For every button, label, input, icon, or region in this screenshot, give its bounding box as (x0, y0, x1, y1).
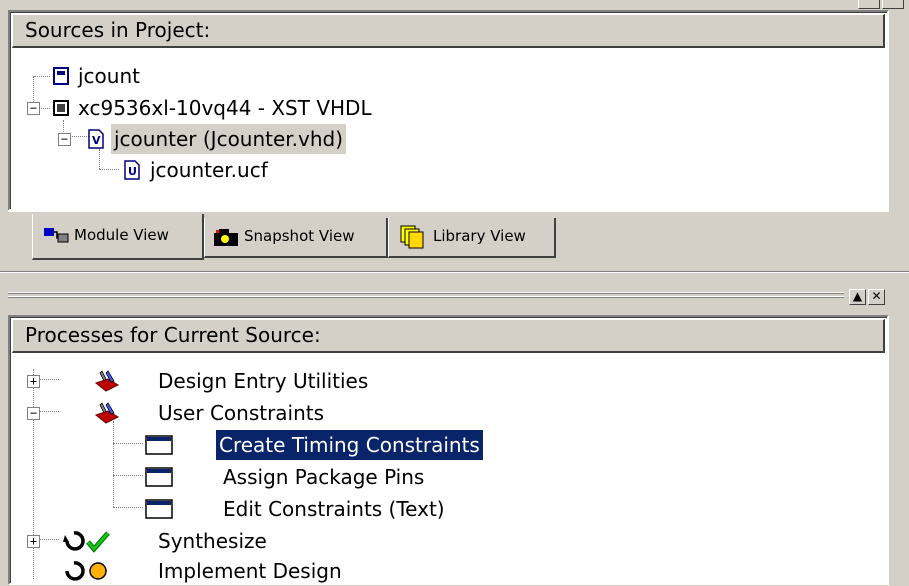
process-ok-icon (63, 531, 110, 553)
process-item-label: Assign Package Pins (223, 465, 425, 489)
toolbox-icon (94, 402, 120, 424)
process-item-label: Edit Constraints (Text) (223, 497, 445, 521)
tree-item-label: jcounter.ucf (150, 158, 268, 182)
ucf-file-icon: U (124, 160, 140, 180)
process-item[interactable]: Edit Constraints (Text) (10, 494, 880, 524)
process-warning-icon (65, 561, 107, 581)
expand-icon[interactable]: + (27, 375, 40, 388)
close-button[interactable]: ✕ (868, 289, 885, 305)
library-icon (400, 225, 424, 249)
process-item[interactable]: − User Constraints (10, 398, 880, 428)
tab-label: Module View (74, 226, 169, 244)
expand-icon[interactable]: + (27, 535, 40, 548)
process-item[interactable]: Assign Package Pins (10, 462, 880, 492)
collapse-icon[interactable]: − (27, 102, 40, 115)
chip-icon (53, 100, 69, 116)
tab-strip-edge (8, 210, 889, 212)
tree-item-label: jcount (78, 64, 140, 88)
tab-snapshot-view[interactable]: Snapshot View (204, 218, 388, 258)
top-control-left[interactable] (858, 0, 880, 9)
tree-item[interactable]: − xc9536xl-10vq44 - XST VHDL (10, 93, 880, 123)
separator (0, 272, 909, 273)
tree-item-label: xc9536xl-10vq44 - XST VHDL (78, 96, 372, 120)
processes-panel-title: Processes for Current Source: (12, 319, 885, 353)
tab-label: Snapshot View (244, 227, 355, 245)
collapse-icon[interactable]: − (58, 133, 71, 146)
window-icon (145, 499, 173, 519)
tab-label: Library View (433, 227, 526, 245)
vhdl-file-icon: V (88, 129, 104, 149)
tab-library-view[interactable]: Library View (388, 218, 556, 258)
process-item-label: Create Timing Constraints (215, 429, 484, 461)
toolbox-icon (94, 370, 120, 392)
tab-module-view[interactable]: Module View (32, 214, 204, 260)
camera-icon (214, 229, 238, 246)
process-item-label: Synthesize (158, 529, 267, 553)
process-item-label: User Constraints (158, 401, 325, 425)
process-item-label: Implement Design (158, 559, 342, 583)
process-item[interactable]: + Design Entry Utilities (10, 366, 880, 396)
window-icon (145, 467, 173, 487)
process-item[interactable]: Implement Design (10, 556, 880, 586)
window-icon (145, 435, 173, 455)
tree-item[interactable]: − V jcounter (Jcounter.vhd) (10, 124, 880, 154)
process-item[interactable]: + Synthesize (10, 526, 880, 556)
tree-item[interactable]: jcount (10, 61, 880, 91)
process-item[interactable]: Create Timing Constraints (10, 429, 880, 461)
restore-button[interactable]: ▲ (849, 289, 866, 305)
top-window-controls (858, 0, 909, 9)
module-view-icon (44, 228, 69, 243)
tree-item[interactable]: U jcounter.ucf (10, 155, 880, 185)
sources-panel: Sources in Project: jcount − xc9536xl-10… (8, 10, 889, 211)
collapse-icon[interactable]: − (27, 407, 40, 420)
project-icon (53, 67, 69, 85)
svg-text:V: V (92, 134, 101, 147)
svg-text:U: U (128, 165, 137, 178)
processes-panel: Processes for Current Source: + Design E… (8, 315, 889, 585)
tree-item-label: jcounter (Jcounter.vhd) (111, 124, 347, 154)
top-control-right[interactable] (882, 0, 904, 9)
process-item-label: Design Entry Utilities (158, 369, 369, 393)
processes-splitter[interactable] (8, 291, 844, 301)
sources-panel-title: Sources in Project: (12, 14, 885, 48)
